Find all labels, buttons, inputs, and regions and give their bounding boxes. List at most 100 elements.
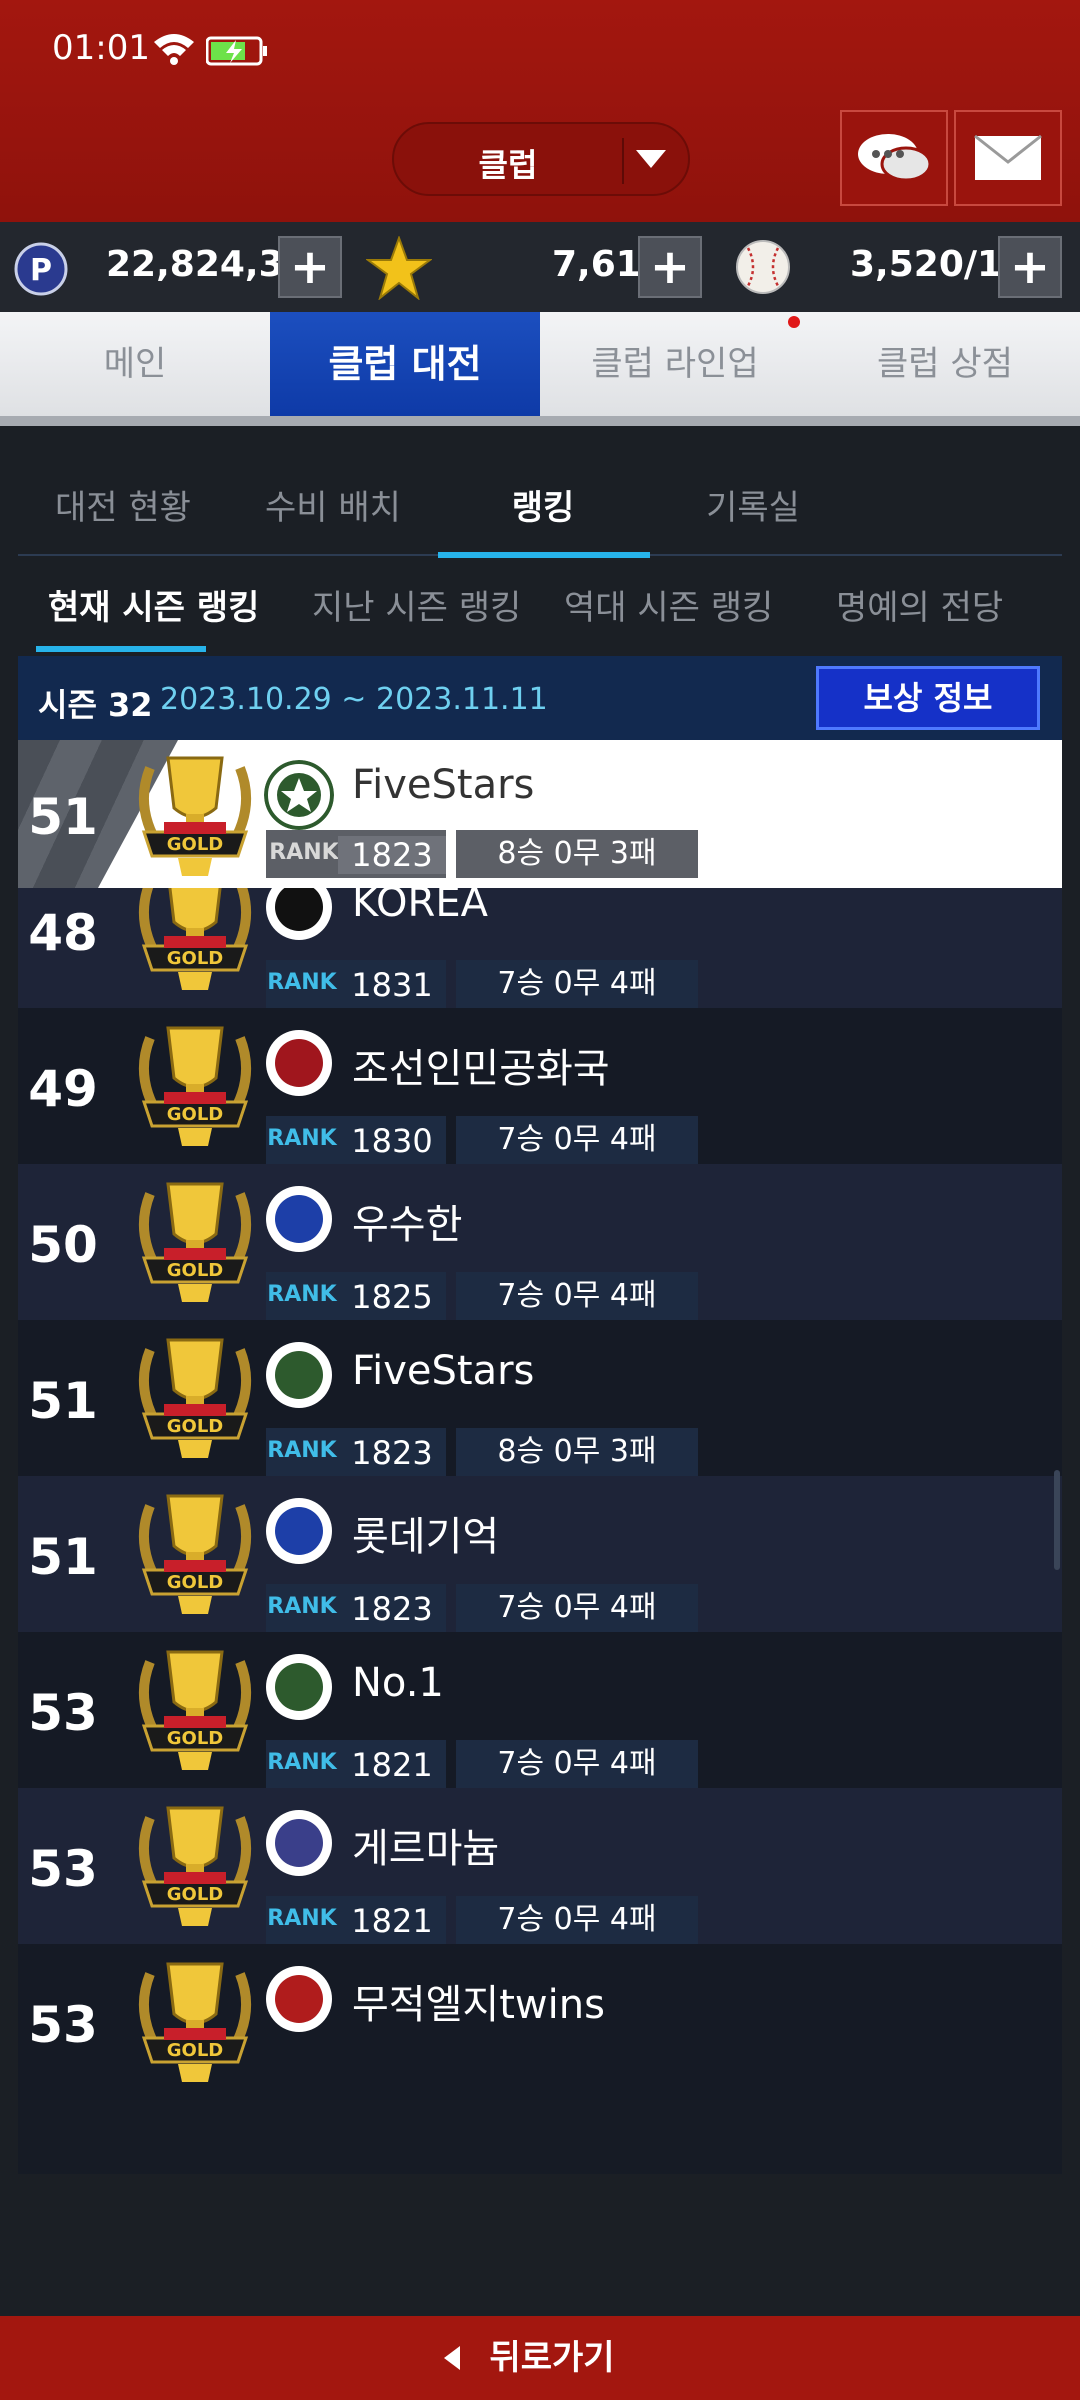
gold-trophy-icon: GOLD (138, 1026, 252, 1146)
tab-current-season[interactable]: 현재 시즌 랭킹 (48, 580, 259, 629)
reward-info-button[interactable]: 보상 정보 (816, 666, 1040, 730)
team-logo (266, 1966, 332, 2032)
add-balls-button[interactable]: + (998, 236, 1062, 298)
svg-text:GOLD: GOLD (167, 1884, 224, 1905)
back-button[interactable]: 뒤로가기 (0, 2316, 1080, 2400)
rank-score-box: RANK 1823 (266, 1584, 446, 1632)
rank-score: 1821 (351, 1746, 433, 1784)
ranking-row[interactable]: 53 GOLD 무적엘지twins (18, 1944, 1062, 2100)
gold-trophy-icon: GOLD (138, 1650, 252, 1770)
rank-score-box: RANK 1830 (266, 1116, 446, 1164)
rank-label: RANK (267, 1750, 337, 1775)
rank-number: 51 (28, 1372, 98, 1430)
rank-score: 1831 (351, 966, 433, 1004)
ranking-row[interactable]: 50 GOLD 우수한 RANK 1825 7승 0무 4패 (18, 1164, 1062, 1320)
currency-bar: P 22,824,366 + 7,616 + 3,520/119 + (0, 222, 1080, 312)
team-name: 조선인민공화국 (352, 1046, 610, 1092)
rank-number: 53 (28, 1840, 98, 1898)
rank-label: RANK (267, 970, 337, 995)
rank-score: 1830 (351, 1122, 433, 1160)
gold-trophy-icon: GOLD (138, 1494, 252, 1614)
tab-club-shop[interactable]: 클럽 상점 (810, 312, 1080, 416)
rank-number: 50 (28, 1216, 98, 1274)
season-header: 시즌 32 2023.10.29 ~ 2023.11.11 보상 정보 (18, 656, 1062, 740)
ranking-row[interactable]: 51 GOLD FiveStars RANK 1823 8승 0무 3패 (18, 1320, 1062, 1476)
club-dropdown[interactable]: 클럽 (392, 122, 690, 196)
point-coin-icon: P (14, 242, 68, 296)
chat-icon (858, 134, 932, 182)
rank-score-box: RANK 1825 (266, 1272, 446, 1320)
rank-number: 49 (28, 1060, 98, 1118)
team-name: FiveStars (352, 762, 535, 808)
win-loss-record: 7승 0무 4패 (456, 1272, 698, 1320)
tab-ranking[interactable]: 랭킹 (438, 480, 648, 529)
chat-button[interactable] (840, 110, 948, 206)
svg-text:GOLD: GOLD (167, 948, 224, 969)
my-club-row[interactable]: 51 GOLD FiveStars RANK 1823 8승 0무 3패 (18, 740, 1062, 888)
ranking-row[interactable]: 51 GOLD 롯데기억 RANK 1823 7승 0무 4패 (18, 1476, 1062, 1632)
rank-number: 53 (28, 1996, 98, 2054)
tab-club-battle[interactable]: 클럽 대전 (270, 312, 540, 426)
team-name: No.1 (352, 1660, 444, 1706)
tab-last-season[interactable]: 지난 시즌 랭킹 (312, 580, 521, 629)
svg-text:P: P (30, 253, 52, 288)
add-points-button[interactable]: + (278, 236, 342, 298)
rank-score-box: RANK 1823 (266, 1428, 446, 1476)
team-logo (266, 1654, 332, 1720)
win-loss-record: 8승 0무 3패 (456, 1428, 698, 1476)
tab-all-seasons[interactable]: 역대 시즌 랭킹 (564, 580, 773, 629)
ranking-tabs: 현재 시즌 랭킹 지난 시즌 랭킹 역대 시즌 랭킹 명예의 전당 (18, 560, 1062, 656)
tab-defense-setup[interactable]: 수비 배치 (228, 480, 438, 529)
tab-battle-status[interactable]: 대전 현황 (18, 480, 228, 529)
team-name: 무적엘지twins (352, 1982, 605, 2028)
rank-number: 51 (28, 788, 98, 846)
back-label: 뒤로가기 (489, 2338, 615, 2378)
win-loss-record: 7승 0무 4패 (456, 960, 698, 1008)
mail-button[interactable] (954, 110, 1062, 206)
svg-text:GOLD: GOLD (167, 834, 224, 855)
add-stars-button[interactable]: + (638, 236, 702, 298)
ranking-row[interactable]: 53 GOLD No.1 RANK 1821 7승 0무 4패 (18, 1632, 1062, 1788)
season-label: 시즌 32 (38, 686, 153, 724)
tab-main[interactable]: 메인 (0, 312, 270, 416)
team-name: FiveStars (352, 1348, 535, 1394)
gold-trophy-icon: GOLD (138, 1962, 252, 2082)
chevron-down-icon (636, 150, 666, 168)
battery-icon (206, 36, 267, 66)
main-tabs: 메인 클럽 대전 클럽 라인업 클럽 상점 (0, 312, 1080, 426)
svg-text:GOLD: GOLD (167, 2040, 224, 2061)
rank-number: 53 (28, 1684, 98, 1742)
rank-label: RANK (269, 840, 339, 865)
rank-score: 1821 (351, 1902, 433, 1940)
rank-score: 1823 (338, 836, 446, 874)
ranking-row[interactable]: 49 GOLD 조선인민공화국 RANK 1830 7승 0무 4패 (18, 1008, 1062, 1164)
rank-label: RANK (267, 1282, 337, 1307)
active-tab-indicator (438, 552, 650, 558)
rank-label: RANK (267, 1906, 337, 1931)
team-logo (266, 1186, 332, 1252)
tab-club-lineup[interactable]: 클럽 라인업 (540, 312, 810, 416)
rank-score: 1823 (351, 1434, 433, 1472)
status-time: 01:01 (52, 28, 150, 68)
mail-icon (974, 134, 1042, 180)
tab-hall-of-fame[interactable]: 명예의 전당 (836, 580, 1003, 629)
team-logo (266, 1342, 332, 1408)
rank-number: 51 (28, 1528, 98, 1586)
team-logo (266, 1810, 332, 1876)
team-logo (264, 760, 334, 830)
svg-text:GOLD: GOLD (167, 1728, 224, 1749)
ranking-row[interactable]: 53 GOLD 게르마늄 RANK 1821 7승 0무 4패 (18, 1788, 1062, 1944)
tab-records[interactable]: 기록실 (648, 480, 858, 529)
rank-label: RANK (267, 1126, 337, 1151)
rank-score: 1825 (351, 1278, 433, 1316)
rank-score-box: RANK 1831 (266, 960, 446, 1008)
active-tab-indicator (36, 646, 206, 652)
tabs-bottom-border (0, 416, 1080, 426)
scrollbar-thumb[interactable] (1054, 1470, 1060, 1570)
ranking-list[interactable]: 47GOLDRANK18327승 0무 4패48GOLDKOREARANK183… (18, 740, 1062, 2174)
win-loss-record: 7승 0무 4패 (456, 1740, 698, 1788)
baseball-icon (736, 240, 790, 294)
season-dates: 2023.10.29 ~ 2023.11.11 (160, 682, 548, 717)
win-loss-record: 7승 0무 4패 (456, 1584, 698, 1632)
team-name: 게르마늄 (352, 1826, 500, 1872)
